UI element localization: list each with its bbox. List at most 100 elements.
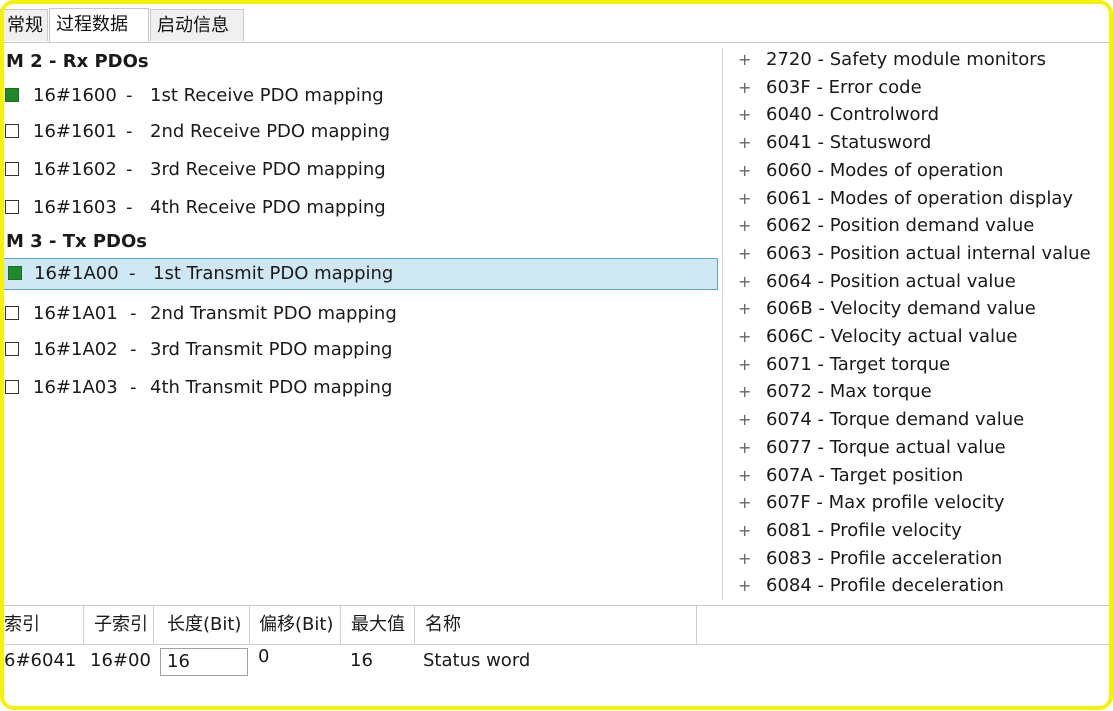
expand-plus-icon[interactable]: + <box>738 438 751 457</box>
object-list-item[interactable]: +6061 - Modes of operation display <box>730 187 1110 214</box>
length-input[interactable]: 16 <box>160 648 248 676</box>
object-list-item[interactable]: +606C - Velocity actual value <box>730 325 1110 352</box>
expand-plus-icon[interactable]: + <box>738 105 751 124</box>
expand-plus-icon[interactable]: + <box>738 244 751 263</box>
pdo-row[interactable]: 16#1602 - 3rd Receive PDO mapping <box>0 155 718 187</box>
object-list-item[interactable]: +6083 - Profile acceleration <box>730 547 1110 574</box>
object-label: 6064 - Position actual value <box>766 270 1016 292</box>
pdo-checkbox[interactable] <box>8 266 22 280</box>
object-label: 606B - Velocity demand value <box>766 298 1036 320</box>
pdo-name: 1st Transmit PDO mapping <box>153 263 394 284</box>
pdo-row[interactable]: 16#1A01 - 2nd Transmit PDO mapping <box>0 299 718 331</box>
pdo-separator: - <box>130 339 137 360</box>
object-list-item[interactable]: +607A - Target position <box>730 464 1110 491</box>
pdo-name: 4th Transmit PDO mapping <box>150 377 393 398</box>
object-list-item[interactable]: +606B - Velocity demand value <box>730 297 1110 324</box>
object-label: 606C - Velocity actual value <box>766 326 1018 347</box>
tab-general[interactable]: 常规 <box>0 9 48 41</box>
pdo-row[interactable]: 16#1600 - 1st Receive PDO mapping <box>0 81 718 113</box>
expand-plus-icon[interactable]: + <box>738 521 751 540</box>
object-list-item[interactable]: +6077 - Torque actual value <box>730 436 1110 463</box>
expand-plus-icon[interactable]: + <box>738 382 751 401</box>
expand-plus-icon[interactable]: + <box>738 466 751 485</box>
object-label: 6041 - Statusword <box>766 132 932 154</box>
pdo-row[interactable]: 16#1603 - 4th Receive PDO mapping <box>0 193 718 225</box>
object-label: 6062 - Position demand value <box>766 215 1035 237</box>
pdo-index: 16#1A03 <box>33 377 118 398</box>
pdo-name: 1st Receive PDO mapping <box>150 85 384 106</box>
pdo-checkbox[interactable] <box>5 88 19 102</box>
cell-subindex: 16#00 <box>90 650 151 671</box>
pane-divider[interactable] <box>722 48 723 600</box>
expand-plus-icon[interactable]: + <box>738 216 751 235</box>
expand-plus-icon[interactable]: + <box>738 549 751 568</box>
pdo-index: 16#1A01 <box>33 303 118 324</box>
pdo-row[interactable]: 16#1601 - 2nd Receive PDO mapping <box>0 117 718 149</box>
object-label: 6072 - Max torque <box>766 381 932 403</box>
object-list-item[interactable]: +6064 - Position actual value <box>730 270 1110 297</box>
object-label: 6060 - Modes of operation <box>766 159 1004 181</box>
pdo-checkbox[interactable] <box>5 124 19 138</box>
col-header-index[interactable]: 索引 <box>0 606 84 644</box>
object-label: 6083 - Profile acceleration <box>766 547 1003 569</box>
col-header-name[interactable]: 名称 <box>421 606 697 644</box>
expand-plus-icon[interactable]: + <box>738 189 751 208</box>
object-list-item[interactable]: +6062 - Position demand value <box>730 214 1110 241</box>
tab-process-data[interactable]: 过程数据 <box>49 8 149 42</box>
header-divider <box>0 644 1113 645</box>
expand-plus-icon[interactable]: + <box>738 576 751 595</box>
object-list-item[interactable]: +6060 - Modes of operation <box>730 159 1110 186</box>
object-label: 607A - Target position <box>766 464 964 486</box>
tab-startup-info[interactable]: 启动信息 <box>150 9 244 41</box>
object-label: 6074 - Torque demand value <box>766 409 1025 431</box>
object-list-item[interactable]: +6063 - Position actual internal value <box>730 242 1110 269</box>
expand-plus-icon[interactable]: + <box>738 327 751 346</box>
pdo-checkbox[interactable] <box>5 342 19 356</box>
col-header-offset[interactable]: 偏移(Bit) <box>255 606 341 644</box>
col-header-length[interactable]: 长度(Bit) <box>163 606 250 644</box>
pdo-row-selected[interactable]: 16#1A00 - 1st Transmit PDO mapping <box>2 258 718 290</box>
pdo-name: 2nd Transmit PDO mapping <box>150 303 397 324</box>
object-label: 603F - Error code <box>766 76 922 98</box>
expand-plus-icon[interactable]: + <box>738 493 751 512</box>
tx-group-title: M 3 - Tx PDOs <box>6 231 148 252</box>
col-header-max[interactable]: 最大值 <box>347 606 415 644</box>
expand-plus-icon[interactable]: + <box>738 410 751 429</box>
pdo-checkbox[interactable] <box>5 380 19 394</box>
object-label: 6040 - Controlword <box>766 104 940 126</box>
pdo-row[interactable]: 16#1A02 - 3rd Transmit PDO mapping <box>0 335 718 367</box>
expand-plus-icon[interactable]: + <box>738 78 751 97</box>
expand-plus-icon[interactable]: + <box>738 272 751 291</box>
tab-bar: 常规 过程数据 启动信息 <box>0 0 1113 43</box>
pdo-separator: - <box>126 121 133 142</box>
object-list-item[interactable]: +6074 - Torque demand value <box>730 408 1110 435</box>
pdo-index: 16#1601 <box>33 121 117 142</box>
pdo-checkbox[interactable] <box>5 162 19 176</box>
object-list-item[interactable]: +6040 - Controlword <box>730 103 1110 130</box>
pdo-checkbox[interactable] <box>5 200 19 214</box>
pdo-separator: - <box>130 303 137 324</box>
pdo-assignment-pane: M 2 - Rx PDOs 16#1600 - 1st Receive PDO … <box>0 43 722 603</box>
col-header-subindex[interactable]: 子索引 <box>90 606 154 644</box>
expand-plus-icon[interactable]: + <box>738 133 751 152</box>
object-list-item[interactable]: +607F - Max profile velocity <box>730 491 1110 518</box>
pdo-name: 3rd Receive PDO mapping <box>150 159 386 180</box>
object-list-item[interactable]: +603F - Error code <box>730 76 1110 103</box>
pdo-separator: - <box>126 159 133 180</box>
object-list-item[interactable]: +6081 - Profile velocity <box>730 519 1110 546</box>
expand-plus-icon[interactable]: + <box>738 50 751 69</box>
object-list-item[interactable]: +6072 - Max torque <box>730 380 1110 407</box>
expand-plus-icon[interactable]: + <box>738 299 751 318</box>
object-label: 6071 - Target torque <box>766 353 951 375</box>
object-list-item[interactable]: +6084 - Profile deceleration <box>730 574 1110 601</box>
cell-index: 6#6041 <box>4 650 77 671</box>
object-list-item[interactable]: +2720 - Safety module monitors <box>730 48 1110 75</box>
pdo-checkbox[interactable] <box>5 306 19 320</box>
pdo-row[interactable]: 16#1A03 - 4th Transmit PDO mapping <box>0 373 718 405</box>
pdo-index: 16#1A00 <box>34 263 119 284</box>
expand-plus-icon[interactable]: + <box>738 161 751 180</box>
object-list-item[interactable]: +6071 - Target torque <box>730 353 1110 380</box>
object-list-item[interactable]: +6041 - Statusword <box>730 131 1110 158</box>
expand-plus-icon[interactable]: + <box>738 355 751 374</box>
object-label: 6084 - Profile deceleration <box>766 575 1004 597</box>
